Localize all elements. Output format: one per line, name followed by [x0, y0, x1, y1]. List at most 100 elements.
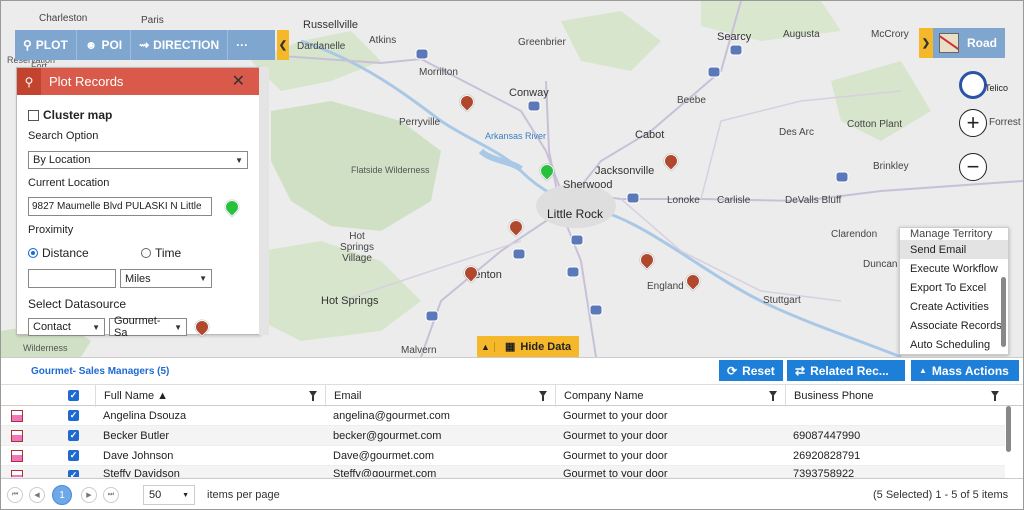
- current-location-input[interactable]: 9827 Maumelle Blvd PULASKI N Little: [28, 197, 212, 216]
- map-label-arkansas-river: Arkansas River: [485, 131, 547, 141]
- related-records-button[interactable]: ⇄ Related Rec...: [787, 360, 905, 381]
- map-label-dardanelle: Dardanelle: [297, 41, 346, 52]
- map-label-england: England: [647, 281, 684, 292]
- table-row[interactable]: ✓ Steffy Davidson Steffy@gourmet.com Gou…: [1, 466, 1005, 478]
- reset-button[interactable]: ⟳ Reset: [719, 360, 783, 381]
- cell-phone: 69087447990: [793, 430, 861, 442]
- menu-item-send-email[interactable]: Send Email: [900, 240, 1008, 259]
- map-label-des-arc: Des Arc: [779, 127, 815, 138]
- filter-icon[interactable]: [309, 391, 317, 401]
- record-icon[interactable]: [11, 410, 23, 422]
- menu-item-create-activities[interactable]: Create Activities: [900, 297, 1008, 316]
- telico-text: Telico: [985, 83, 1009, 93]
- cluster-map-checkbox[interactable]: [28, 110, 39, 121]
- map-label-little-rock: Little Rock: [547, 207, 604, 221]
- table-row[interactable]: ✓ Becker Butler becker@gourmet.com Gourm…: [1, 426, 1005, 446]
- first-page-icon[interactable]: ⏮: [7, 487, 23, 503]
- select-all-checkbox[interactable]: ✓: [68, 390, 79, 401]
- map-label-morrilton: Morrilton: [419, 67, 458, 78]
- plot-button[interactable]: ⚲ PLOT: [15, 30, 77, 60]
- row-checkbox[interactable]: ✓: [68, 430, 79, 441]
- last-page-icon[interactable]: ⏭: [103, 487, 119, 503]
- next-page-icon[interactable]: ▶: [81, 487, 97, 503]
- map-label-augusta: Augusta: [783, 29, 820, 40]
- poi-label: POI: [101, 38, 123, 52]
- map-label-conway: Conway: [509, 87, 549, 99]
- zoom-in-button[interactable]: +: [959, 109, 987, 137]
- menu-item-manage-territory[interactable]: Manage Territory: [900, 228, 1008, 240]
- distance-radio-option[interactable]: Distance: [28, 246, 89, 260]
- page-size-select[interactable]: 50 ▼: [143, 485, 195, 505]
- row-checkbox[interactable]: ✓: [68, 470, 79, 477]
- prev-page-icon[interactable]: ◀: [29, 487, 45, 503]
- menu-item-execute-workflow[interactable]: Execute Workflow: [900, 259, 1008, 278]
- column-email[interactable]: Email: [325, 385, 555, 407]
- cell-phone: [785, 406, 1005, 426]
- cell-company: Gourmet to your door: [563, 410, 668, 422]
- table-row[interactable]: ✓ Angelina Dsouza angelina@gourmet.com G…: [1, 406, 1005, 426]
- direction-button[interactable]: ⇝ DIRECTION: [131, 30, 229, 60]
- row-checkbox[interactable]: ✓: [68, 450, 79, 461]
- map-label-malvern: Malvern: [401, 345, 437, 356]
- chevron-up-icon: ▲: [477, 341, 495, 352]
- time-radio-option[interactable]: Time: [141, 246, 181, 260]
- distance-input[interactable]: [28, 269, 116, 288]
- grid-scrollbar[interactable]: [1006, 406, 1011, 452]
- records-grid: Gourmet- Sales Managers (5) ⟳ Reset ⇄ Rela…: [1, 357, 1023, 509]
- panel-scrollbar[interactable]: [259, 67, 269, 335]
- cell-company: Gourmet to your door: [563, 450, 668, 462]
- record-icon[interactable]: [11, 470, 23, 477]
- cell-email: Steffy@gourmet.com: [333, 468, 437, 478]
- current-location-marker-icon[interactable]: [222, 197, 242, 217]
- zoom-out-button[interactable]: −: [959, 153, 987, 181]
- plus-icon: +: [966, 110, 980, 135]
- unit-select[interactable]: Miles ▼: [120, 269, 212, 288]
- menu-item-associate-records[interactable]: Associate Records: [900, 316, 1008, 335]
- cell-full-name: Becker Butler: [103, 430, 170, 442]
- current-location-label: Current Location: [28, 177, 110, 189]
- more-button[interactable]: ···: [228, 30, 256, 60]
- telico-logo-icon[interactable]: [959, 71, 987, 99]
- current-page-button[interactable]: 1: [52, 485, 72, 505]
- menu-scrollbar[interactable]: [1001, 277, 1006, 347]
- distance-radio[interactable]: [28, 248, 38, 258]
- app-frame: Charleston Paris Fort Reservation Russel…: [0, 0, 1024, 510]
- pager-summary: (5 Selected) 1 - 5 of 5 items: [873, 489, 1009, 501]
- column-business-phone[interactable]: Business Phone: [785, 385, 1007, 407]
- entity-select[interactable]: Contact ▼: [28, 318, 105, 336]
- poi-button[interactable]: ☻ POI: [77, 30, 132, 60]
- column-company-name[interactable]: Company Name: [555, 385, 785, 407]
- pin-color-picker-icon[interactable]: [192, 317, 212, 337]
- record-icon[interactable]: [11, 430, 23, 442]
- cluster-map-label: Cluster map: [43, 108, 113, 122]
- reset-label: Reset: [742, 363, 775, 378]
- map-label-clarendon: Clarendon: [831, 229, 878, 240]
- map-type-expand-button[interactable]: ❯: [919, 28, 933, 58]
- map-type-selector[interactable]: ❯ Road: [919, 28, 1005, 58]
- cell-full-name: Steffy Davidson: [103, 468, 180, 478]
- menu-item-auto-scheduling[interactable]: Auto Scheduling: [900, 335, 1008, 354]
- toolbar-collapse-button[interactable]: ❮: [277, 30, 289, 60]
- row-checkbox[interactable]: ✓: [68, 410, 79, 421]
- filter-icon[interactable]: [539, 391, 547, 401]
- map-label-wilderness: Wilderness: [23, 343, 68, 353]
- filter-icon[interactable]: [769, 391, 777, 401]
- hide-data-button[interactable]: ▲ ▦ Hide Data: [477, 336, 579, 357]
- table-row[interactable]: ✓ Dave Johnson Dave@gourmet.com Gourmet …: [1, 446, 1005, 466]
- close-icon[interactable]: ✕: [232, 71, 245, 91]
- map-label-devalls-bluff: DeValls Bluff: [785, 195, 842, 206]
- cluster-map-option[interactable]: Cluster map: [28, 108, 112, 122]
- mass-actions-button[interactable]: ▲ Mass Actions: [911, 360, 1019, 381]
- record-icon[interactable]: [11, 450, 23, 462]
- distance-label: Distance: [42, 246, 89, 260]
- menu-item-export-to-excel[interactable]: Export To Excel: [900, 278, 1008, 297]
- column-full-name[interactable]: Full Name ▲: [95, 385, 325, 407]
- view-select[interactable]: Gourmet- Sa ▼: [109, 315, 187, 339]
- cell-company: Gourmet to your door: [563, 430, 668, 442]
- time-radio[interactable]: [141, 248, 151, 258]
- map-label-mccrory: McCrory: [871, 29, 909, 40]
- filter-icon[interactable]: [991, 391, 999, 401]
- search-option-select[interactable]: By Location ▼: [28, 151, 248, 169]
- road-map-thumbnail-icon: [939, 33, 959, 53]
- mass-actions-label: Mass Actions: [931, 363, 1009, 378]
